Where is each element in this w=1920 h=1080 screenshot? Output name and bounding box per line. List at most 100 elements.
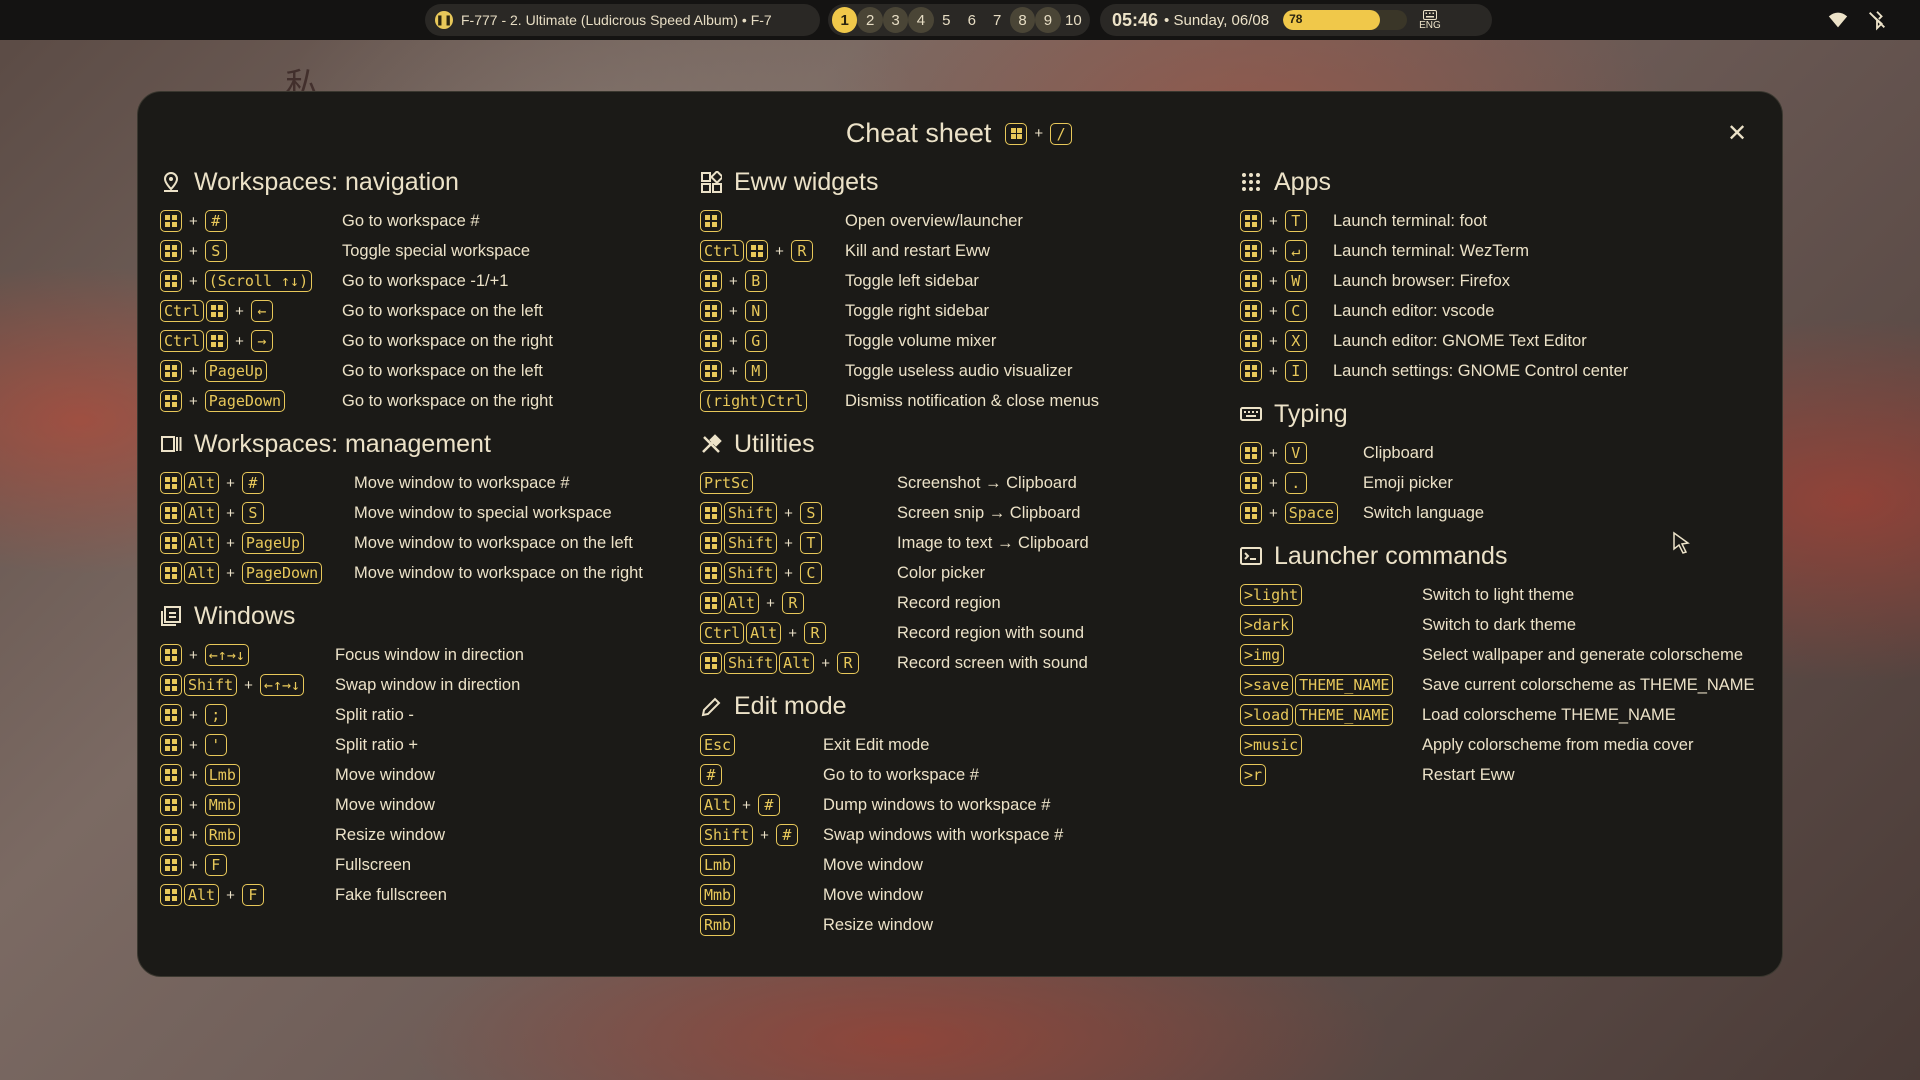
key-cap: N xyxy=(744,300,767,322)
plus-separator: + xyxy=(775,242,784,260)
key-cap: Alt xyxy=(184,884,220,906)
media-widget[interactable]: ❚❚ F-777 - 2. Ultimate (Ludicrous Speed … xyxy=(425,4,820,36)
close-button[interactable]: ✕ xyxy=(1722,118,1752,148)
shortcut-keys: >r xyxy=(1240,764,1422,786)
key-cap: Lmb xyxy=(204,764,240,786)
super-key-icon xyxy=(1240,300,1262,322)
plus-separator: + xyxy=(189,796,198,814)
shortcut-keys: Alt + # xyxy=(700,794,823,816)
section-title: Utilities xyxy=(734,429,815,458)
cheatsheet-panel: Cheat sheet + / ✕ Workspaces: navigation +… xyxy=(137,91,1783,977)
workspace-5[interactable]: 5 xyxy=(934,7,959,33)
shortcut-description: Launch browser: Firefox xyxy=(1333,271,1510,290)
super-key-icon xyxy=(700,652,722,674)
key-cap: Rmb xyxy=(204,824,240,846)
language-indicator[interactable]: ENG xyxy=(1419,9,1441,31)
shortcut-description: Go to workspace on the right xyxy=(342,391,553,410)
key-cap: PageUp xyxy=(204,360,267,382)
key-cap: # xyxy=(757,794,780,816)
key-cap: # xyxy=(204,210,227,232)
workspace-2[interactable]: 2 xyxy=(857,7,883,33)
shortcut-keys xyxy=(700,210,845,232)
key-cap: R xyxy=(790,240,813,262)
clock-date: • Sunday, 06/08 xyxy=(1164,11,1270,29)
super-key-icon xyxy=(206,300,229,322)
windows-logo-icon xyxy=(165,567,177,579)
super-key-icon xyxy=(160,824,182,846)
shortcut-keys: Alt + PageDown xyxy=(160,562,354,584)
shortcut-description: Move window to special workspace xyxy=(354,503,612,522)
wifi-icon[interactable] xyxy=(1827,9,1849,31)
shortcut-description: Screenshot → Clipboard xyxy=(897,473,1077,492)
shortcut-keys: >load THEME_NAME xyxy=(1240,704,1422,726)
shortcut-description: Swap window in direction xyxy=(335,675,521,694)
windows-logo-icon xyxy=(705,657,717,669)
shortcut-row: Alt + F Fake fullscreen xyxy=(160,880,643,910)
key-cap: ←↑→↓ xyxy=(204,644,249,666)
cheatsheet-title: Cheat sheet xyxy=(845,118,992,148)
shortcut-description: Resize window xyxy=(823,915,934,934)
workspace-4[interactable]: 4 xyxy=(908,7,934,33)
shortcut-keys: Alt + R xyxy=(700,592,897,614)
shortcut-row: + Space Switch language xyxy=(1240,498,1755,528)
plus-separator: + xyxy=(1269,362,1278,380)
section-title: Typing xyxy=(1274,399,1348,428)
shortcut-row: + T Launch terminal: foot xyxy=(1240,206,1755,236)
cheatsheet-section: Workspaces: management Alt + # Move window t… xyxy=(160,424,643,588)
windows-logo-icon xyxy=(165,365,177,377)
shortcut-keys: Shift + ←↑→↓ xyxy=(160,674,335,696)
shortcut-description: Apply colorscheme from media cover xyxy=(1422,735,1694,754)
plus-separator: + xyxy=(235,302,244,320)
shortcut-keys: + ' xyxy=(160,734,335,756)
shortcut-row: + S Toggle special workspace xyxy=(160,236,643,266)
shortcut-description: Move window xyxy=(335,795,435,814)
shortcut-row: Alt + # Dump windows to workspace # xyxy=(700,790,1099,820)
plus-separator: + xyxy=(189,242,198,260)
shortcut-row: Ctrl + ← Go to workspace on the left xyxy=(160,296,643,326)
shortcut-row: Alt + R Record region xyxy=(700,588,1099,618)
shortcut-keys: Ctrl Alt + R xyxy=(700,622,897,644)
windows-logo-icon xyxy=(165,395,177,407)
plus-separator: + xyxy=(189,392,198,410)
windows-logo-icon xyxy=(165,769,177,781)
shortcut-keys: + W xyxy=(1240,270,1333,292)
shortcut-description: Move window to workspace on the left xyxy=(354,533,633,552)
shortcut-description: Toggle volume mixer xyxy=(845,331,997,350)
windows-logo-icon xyxy=(1010,127,1023,140)
key-cap: PageDown xyxy=(204,390,286,412)
workspace-7[interactable]: 7 xyxy=(984,7,1009,33)
super-key-icon xyxy=(1240,210,1262,232)
shortcut-keys: Ctrl + ← xyxy=(160,300,342,322)
shortcut-row: >light Switch to light theme xyxy=(1240,580,1755,610)
shortcut-keys: Shift + C xyxy=(700,562,897,584)
workspace-9[interactable]: 9 xyxy=(1035,7,1061,33)
windows-logo-icon xyxy=(165,739,177,751)
shortcut-row: Alt + # Move window to workspace # xyxy=(160,468,643,498)
shortcut-keys: + (Scroll ↑↓) xyxy=(160,270,342,292)
shortcut-description: Launch terminal: WezTerm xyxy=(1333,241,1529,260)
apps-grid-icon xyxy=(1242,173,1260,191)
key-cap: Lmb xyxy=(700,854,736,876)
shortcut-description: Launch terminal: foot xyxy=(1333,211,1488,230)
workspace-1[interactable]: 1 xyxy=(832,7,858,33)
workspace-3[interactable]: 3 xyxy=(882,7,909,33)
shortcut-description: Dismiss notification & close menus xyxy=(845,391,1100,410)
shortcut-row: Rmb Resize window xyxy=(700,910,1099,940)
windows-logo-icon xyxy=(751,245,763,257)
shortcut-row: +. Emoji picker xyxy=(1240,468,1755,498)
clock-widget[interactable]: 05:46 • Sunday, 06/08 78 ENG xyxy=(1100,4,1492,36)
bluetooth-off-icon[interactable] xyxy=(1866,9,1888,31)
plus-separator: + xyxy=(189,646,198,664)
shortcut-keys: + S xyxy=(160,240,342,262)
shortcut-row: Ctrl + R Kill and restart Eww xyxy=(700,236,1099,266)
cheatsheet-column-3: Apps + T Launch terminal: foot + ↵ Launch term… xyxy=(1240,162,1755,798)
shortcut-keys: Ctrl + R xyxy=(700,240,845,262)
workspace-8[interactable]: 8 xyxy=(1009,7,1036,33)
windows-logo-icon xyxy=(165,889,177,901)
workspace-6[interactable]: 6 xyxy=(959,7,984,33)
plus-separator: + xyxy=(760,826,769,844)
pause-icon[interactable]: ❚❚ xyxy=(435,11,453,29)
cheatsheet-title-row: Cheat sheet + / xyxy=(138,118,1782,149)
shortcut-row: Ctrl Alt + R Record region with sound xyxy=(700,618,1099,648)
workspace-10[interactable]: 10 xyxy=(1061,7,1086,33)
